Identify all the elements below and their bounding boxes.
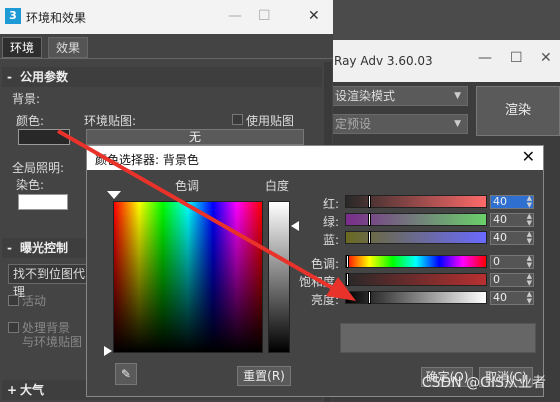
env-map-label: 环境贴图: xyxy=(84,114,137,128)
collapse-icon: - xyxy=(7,70,12,84)
blue-slider[interactable] xyxy=(345,231,487,244)
preset-dropdown[interactable]: 定预设 ▼ xyxy=(330,114,468,134)
saturation-value: 0 xyxy=(493,273,500,286)
saturation-label: 饱和度: xyxy=(298,275,339,289)
minimize-icon[interactable]: — xyxy=(228,8,242,24)
value-slider[interactable] xyxy=(345,291,487,304)
tab-environment[interactable]: 环境 xyxy=(2,37,43,58)
green-slider[interactable] xyxy=(345,213,487,226)
slider-handle[interactable] xyxy=(346,273,349,286)
env-map-none-button[interactable]: 无 xyxy=(86,129,304,145)
color-label: 颜色: xyxy=(16,114,45,128)
hue-slider[interactable] xyxy=(345,255,487,268)
red-value: 40 xyxy=(493,195,507,208)
render-mode-value: 设渲染模式 xyxy=(335,89,396,103)
spinner-arrows-icon: ▲ ▼ xyxy=(526,290,532,305)
vray-title: Ray Adv 3.60.03 xyxy=(334,54,433,68)
screen: Ray Adv 3.60.03 — ☐ ✕ 设渲染模式 ▼ 定预设 ▼ 渲染 3… xyxy=(0,0,560,402)
eyedropper-button[interactable]: ✎ xyxy=(115,363,137,385)
minimize-icon[interactable]: — xyxy=(478,50,492,66)
common-params-header[interactable]: - 公用参数 xyxy=(2,67,322,87)
red-slider[interactable] xyxy=(345,195,487,208)
process-bg-label-2: 与环境贴图 xyxy=(22,335,83,349)
color-preview-swatch xyxy=(340,323,536,353)
slider-handle[interactable] xyxy=(368,291,371,304)
picker-title: 颜色选择器: 背景色 xyxy=(95,153,199,167)
hue-slider-label: 色调: xyxy=(310,257,339,271)
spinner-arrows-icon: ▲ ▼ xyxy=(526,212,532,227)
value-label: 亮度: xyxy=(310,293,339,307)
reset-button[interactable]: 重置(R) xyxy=(237,366,291,386)
slider-handle[interactable] xyxy=(346,255,349,268)
background-color-swatch[interactable] xyxy=(18,129,70,145)
red-spinner[interactable]: 40 ▲ ▼ xyxy=(490,195,534,209)
atmosphere-title: 大气 xyxy=(20,383,45,397)
use-map-label: 使用贴图 xyxy=(246,114,295,128)
exposure-control-title: 曝光控制 xyxy=(20,241,69,255)
common-params-title: 公用参数 xyxy=(20,70,69,84)
picker-title-bar: 颜色选择器: 背景色 ✕ xyxy=(87,146,543,170)
maximize-icon[interactable]: ☐ xyxy=(510,50,523,66)
green-label: 绿: xyxy=(322,215,339,229)
close-icon[interactable]: ✕ xyxy=(522,147,535,166)
render-mode-dropdown[interactable]: 设渲染模式 ▼ xyxy=(330,86,468,106)
active-checkbox[interactable] xyxy=(8,295,19,306)
tint-label: 染色: xyxy=(16,178,45,192)
close-icon[interactable]: ✕ xyxy=(540,50,552,66)
render-button[interactable]: 渲染 xyxy=(476,86,560,136)
whiteness-label: 白度 xyxy=(265,179,290,193)
process-bg-checkbox[interactable] xyxy=(8,322,19,333)
spinner-arrows-icon: ▲ ▼ xyxy=(526,194,532,209)
hue-spinner[interactable]: 0 ▲ ▼ xyxy=(490,255,534,269)
env-title: 环境和效果 xyxy=(26,11,87,25)
red-label: 红: xyxy=(322,197,339,211)
watermark: CSDN @GIS从业者 xyxy=(421,375,546,391)
app-logo-icon: 3 xyxy=(5,8,21,24)
blue-value: 40 xyxy=(493,231,507,244)
maximize-icon[interactable]: ☐ xyxy=(258,8,271,24)
tab-divider xyxy=(0,58,333,59)
preset-value: 定预设 xyxy=(335,117,372,131)
env-title-bar: 3 环境和效果 — ☐ ✕ xyxy=(0,0,333,34)
background-group-label: 背景: xyxy=(12,92,41,106)
whiteness-bar[interactable] xyxy=(268,201,290,353)
chevron-down-icon: ▼ xyxy=(454,119,461,129)
active-label: 活动 xyxy=(22,294,47,308)
slider-handle[interactable] xyxy=(368,195,371,208)
tint-color-swatch[interactable] xyxy=(18,194,68,210)
hue-gradient-box[interactable] xyxy=(113,201,263,353)
vray-title-bar: Ray Adv 3.60.03 — ☐ ✕ xyxy=(328,40,560,82)
green-spinner[interactable]: 40 ▲ ▼ xyxy=(490,213,534,227)
blue-spinner[interactable]: 40 ▲ ▼ xyxy=(490,231,534,245)
spinner-arrows-icon: ▲ ▼ xyxy=(526,254,532,269)
spinner-arrows-icon: ▲ ▼ xyxy=(526,272,532,287)
spinner-arrows-icon: ▲ ▼ xyxy=(526,230,532,245)
slider-handle[interactable] xyxy=(368,231,371,244)
blackness-pointer-icon[interactable] xyxy=(104,346,112,356)
close-icon[interactable]: ✕ xyxy=(308,8,320,24)
blue-label: 蓝: xyxy=(322,233,339,247)
saturation-spinner[interactable]: 0 ▲ ▼ xyxy=(490,273,534,287)
color-picker-dialog: 颜色选择器: 背景色 ✕ 色调 白度 ✎ 重置(R) 红: 40 ▲▼ 绿: xyxy=(86,145,544,397)
chevron-down-icon: ▼ xyxy=(454,91,461,101)
value-value: 40 xyxy=(493,291,507,304)
green-value: 40 xyxy=(493,213,507,226)
global-light-label: 全局照明: xyxy=(12,161,65,175)
tab-effects[interactable]: 效果 xyxy=(48,37,89,58)
hue-pointer-icon[interactable] xyxy=(107,191,121,199)
hue-label: 色调 xyxy=(175,179,200,193)
slider-handle[interactable] xyxy=(368,213,371,226)
collapse-icon: - xyxy=(7,241,12,255)
hue-value: 0 xyxy=(493,255,500,268)
whiteness-pointer-icon[interactable] xyxy=(291,221,299,231)
value-spinner[interactable]: 40 ▲ ▼ xyxy=(490,291,534,305)
eyedropper-icon: ✎ xyxy=(120,367,132,381)
exposure-type-dropdown[interactable]: 找不到位图代理 xyxy=(8,264,88,299)
use-map-checkbox[interactable] xyxy=(232,114,243,125)
expand-icon: + xyxy=(7,383,18,397)
saturation-slider[interactable] xyxy=(345,273,487,286)
